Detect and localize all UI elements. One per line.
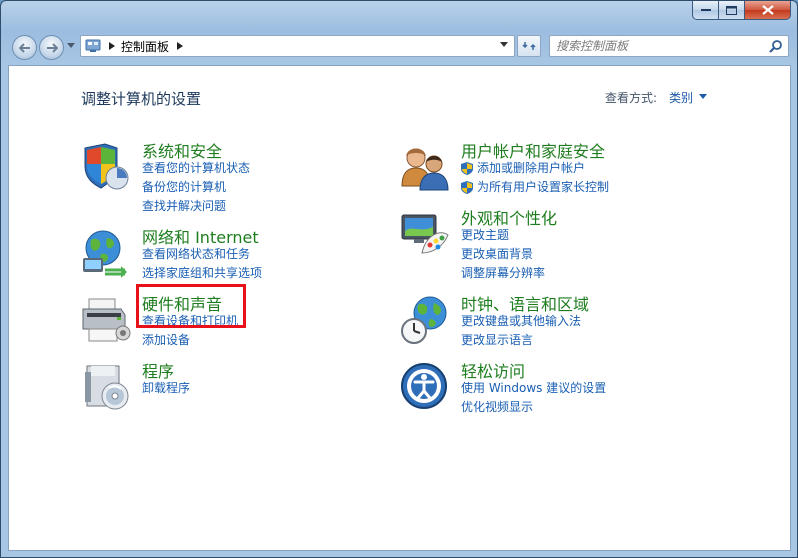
close-button[interactable]	[745, 1, 791, 20]
link-add-remove-accounts[interactable]: 添加或删除用户帐户	[461, 159, 609, 178]
system-security-icon[interactable]	[81, 142, 131, 192]
category-links: 查看您的计算机状态 备份您的计算机 查找并解决问题	[142, 159, 250, 216]
address-bar[interactable]: 控制面板	[80, 35, 515, 57]
chevron-down-icon[interactable]	[500, 42, 508, 47]
view-by-label: 查看方式:	[605, 91, 658, 105]
content-pane: 调整计算机的设置 查看方式: 类别 系统和安全 查看您的计算机状态 备份您的计算…	[8, 65, 791, 551]
category-links: 卸载程序	[142, 379, 190, 398]
category-links: 使用 Windows 建议的设置 优化视频显示	[461, 379, 606, 417]
maximize-icon	[726, 5, 737, 15]
caption-buttons	[692, 1, 791, 21]
control-panel-icon	[85, 39, 101, 52]
link-homegroup-sharing[interactable]: 选择家庭组和共享选项	[142, 264, 262, 283]
close-icon	[761, 5, 774, 15]
link-view-network-status[interactable]: 查看网络状态和任务	[142, 245, 262, 264]
link-windows-recommended-settings[interactable]: 使用 Windows 建议的设置	[461, 379, 606, 398]
arrow-left-icon	[18, 42, 30, 53]
page-title: 调整计算机的设置	[81, 90, 202, 108]
user-accounts-icon[interactable]	[400, 142, 450, 192]
maximize-button[interactable]	[719, 1, 745, 20]
link-uninstall-program[interactable]: 卸载程序	[142, 379, 190, 398]
refresh-button[interactable]	[517, 35, 541, 57]
link-optimize-video-display[interactable]: 优化视频显示	[461, 398, 606, 417]
link-backup-computer[interactable]: 备份您的计算机	[142, 178, 250, 197]
uac-shield-icon	[461, 181, 473, 194]
search-input[interactable]	[556, 38, 761, 54]
link-add-device[interactable]: 添加设备	[142, 331, 238, 350]
forward-button[interactable]	[39, 35, 64, 60]
programs-icon[interactable]	[81, 362, 131, 412]
minimize-button[interactable]	[692, 1, 719, 20]
clock-language-region-icon[interactable]	[400, 295, 450, 345]
search-box[interactable]	[549, 35, 789, 57]
link-text[interactable]: 添加或删除用户帐户	[477, 161, 585, 175]
link-change-theme[interactable]: 更改主题	[461, 226, 545, 245]
uac-shield-icon	[461, 162, 473, 175]
link-change-desktop-background[interactable]: 更改桌面背景	[461, 245, 545, 264]
arrow-right-icon	[46, 42, 58, 53]
category-links: 查看网络状态和任务 选择家庭组和共享选项	[142, 245, 262, 283]
chevron-right-icon[interactable]	[177, 42, 184, 50]
link-text[interactable]: 为所有用户设置家长控制	[477, 180, 609, 194]
category-links: 添加或删除用户帐户 为所有用户设置家长控制	[461, 159, 609, 197]
recent-pages-dropdown[interactable]	[67, 43, 75, 48]
breadcrumb-control-panel[interactable]: 控制面板	[121, 38, 169, 55]
category-links: 更改键盘或其他输入法 更改显示语言	[461, 312, 581, 350]
network-internet-icon[interactable]	[81, 228, 131, 278]
link-change-display-language[interactable]: 更改显示语言	[461, 331, 581, 350]
link-find-fix-problems[interactable]: 查找并解决问题	[142, 197, 250, 216]
chevron-down-icon[interactable]	[699, 94, 707, 99]
highlight-box	[136, 284, 246, 328]
control-panel-window: 控制面板 调整计算机的设置 查看方式: 类别	[0, 0, 798, 558]
category-links: 更改主题 更改桌面背景 调整屏幕分辨率	[461, 226, 545, 283]
link-view-computer-status[interactable]: 查看您的计算机状态	[142, 159, 250, 178]
minimize-icon	[700, 9, 711, 11]
back-button[interactable]	[12, 35, 37, 60]
ease-of-access-icon[interactable]	[400, 362, 450, 412]
search-icon[interactable]	[769, 39, 783, 53]
refresh-icon	[522, 42, 536, 50]
view-by-dropdown[interactable]: 类别	[669, 89, 693, 106]
link-adjust-resolution[interactable]: 调整屏幕分辨率	[461, 264, 545, 283]
link-parental-controls[interactable]: 为所有用户设置家长控制	[461, 178, 609, 197]
hardware-sound-icon[interactable]	[81, 295, 131, 345]
link-change-keyboard[interactable]: 更改键盘或其他输入法	[461, 312, 581, 331]
appearance-icon[interactable]	[400, 209, 450, 259]
chevron-right-icon[interactable]	[109, 42, 115, 50]
